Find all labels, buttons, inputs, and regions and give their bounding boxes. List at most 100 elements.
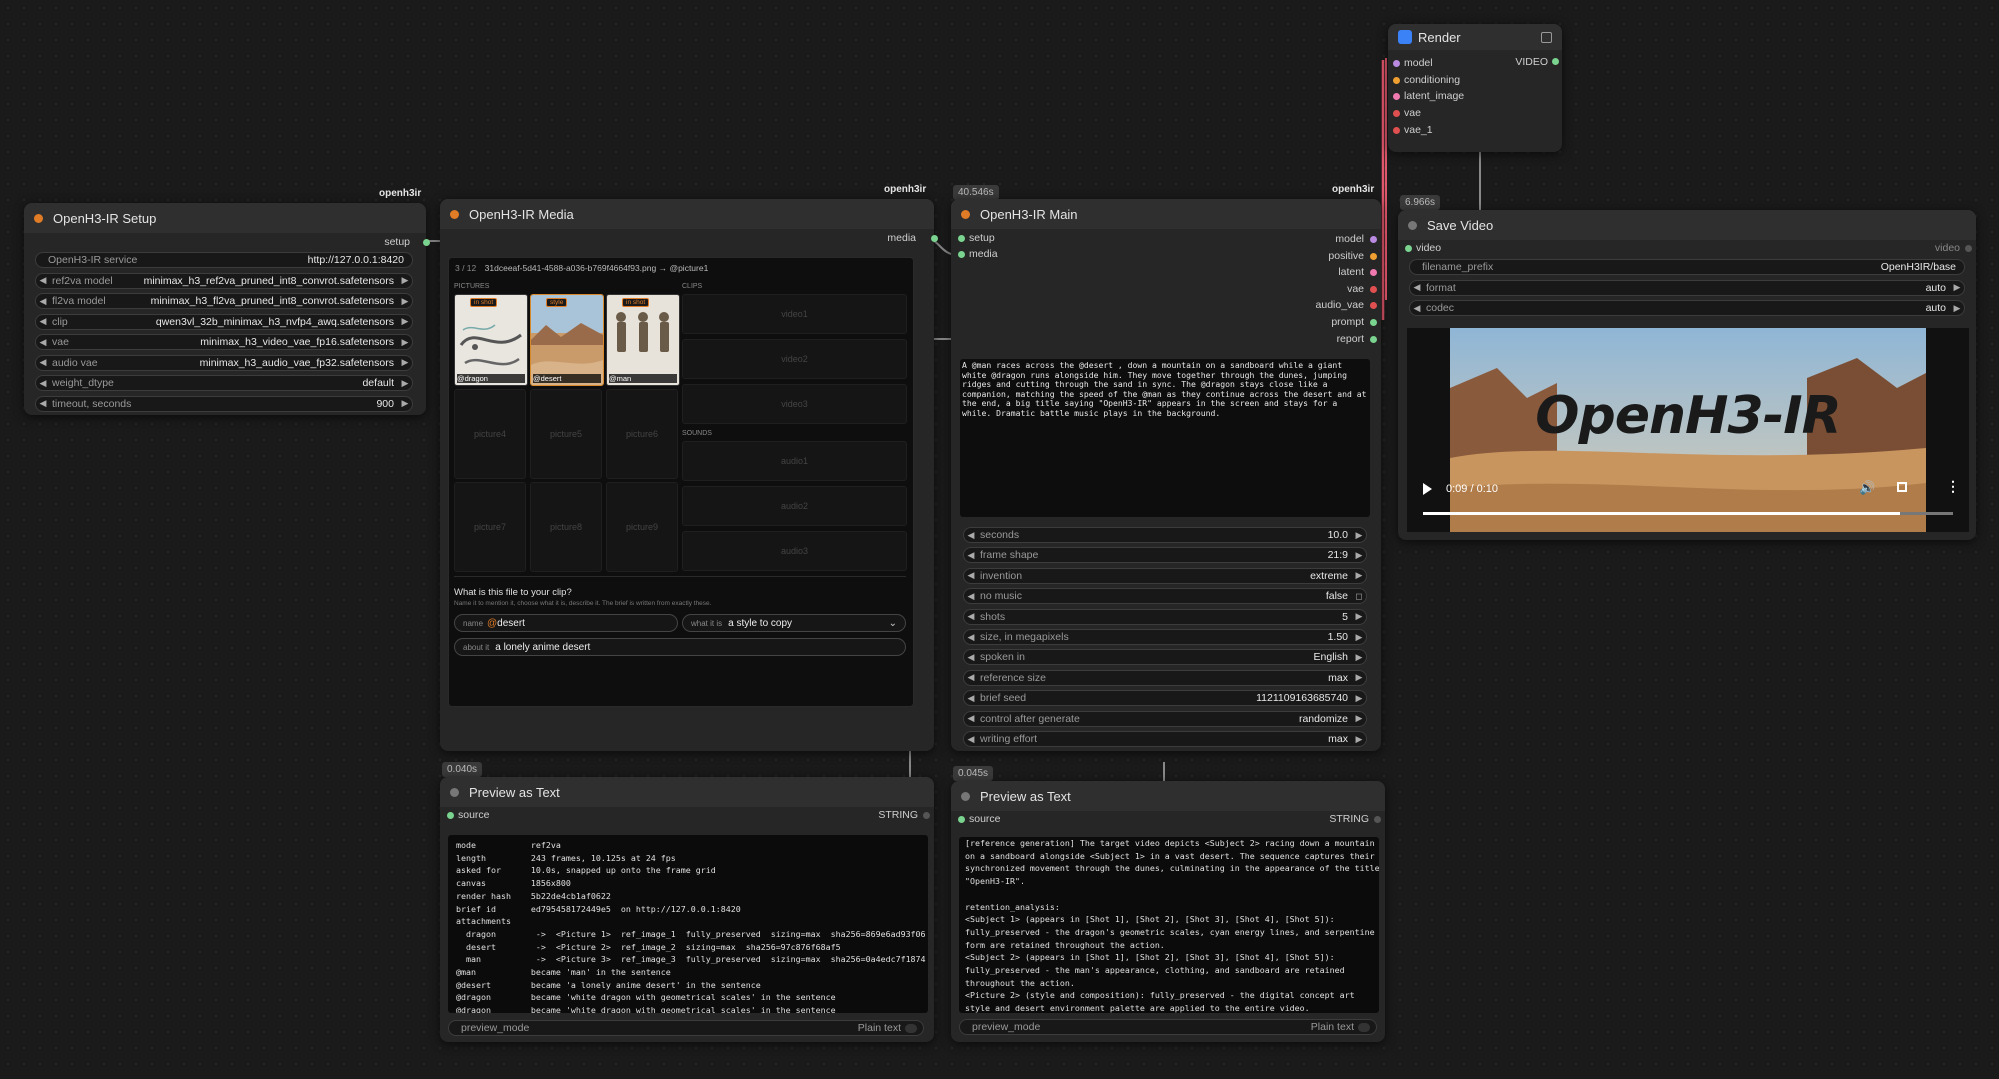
increment-arrow-icon[interactable]: ▶ xyxy=(1352,713,1366,724)
setup-widget[interactable]: ◀ vae minimax_h3_video_vae_fp16.safetensor… xyxy=(35,334,413,350)
video-progress-track[interactable] xyxy=(1423,512,1953,515)
clip-slot[interactable]: video2 xyxy=(682,339,907,379)
output-socket[interactable] xyxy=(1370,285,1377,293)
preview-output-area[interactable]: mode ref2va length 243 frames, 10.125s a… xyxy=(448,835,928,1013)
save-widget[interactable]: ◀ codec auto ▶ xyxy=(1409,300,1965,316)
decrement-arrow-icon[interactable]: ◀ xyxy=(964,530,978,541)
empty-picture-slot[interactable]: picture9 xyxy=(606,482,678,572)
increment-arrow-icon[interactable]: ▶ xyxy=(1352,611,1366,622)
setup-widget[interactable]: ◀ timeout, seconds 900 ▶ xyxy=(35,395,413,412)
node-title-bar[interactable]: Render xyxy=(1388,24,1562,50)
main-widget[interactable]: ◀ frame shape 21:9 ▶ xyxy=(963,547,1367,564)
decrement-arrow-icon[interactable]: ◀ xyxy=(964,550,978,561)
empty-picture-slot[interactable]: picture7 xyxy=(454,482,526,572)
node-title-bar[interactable]: OpenH3-IR Media xyxy=(440,199,934,229)
increment-arrow-icon[interactable]: ▶ xyxy=(398,316,412,327)
increment-arrow-icon[interactable]: ▶ xyxy=(1352,530,1366,541)
main-widget[interactable]: ◀ invention extreme ▶ xyxy=(963,567,1367,584)
volume-icon[interactable]: 🔊 xyxy=(1859,480,1875,496)
media-node[interactable]: OpenH3-IR Media media 3 / 12 31dceeaf-5d… xyxy=(440,199,938,751)
input-socket[interactable] xyxy=(1393,126,1400,134)
increment-arrow-icon[interactable]: ▶ xyxy=(398,357,412,368)
output-socket[interactable] xyxy=(1965,245,1972,252)
node-title-bar[interactable]: OpenH3-IR Main xyxy=(951,199,1381,229)
preview-text-node[interactable]: Preview as Text source STRING mode ref2v… xyxy=(440,777,934,1042)
output-socket[interactable] xyxy=(1370,236,1377,243)
increment-arrow-icon[interactable]: ▶ xyxy=(1352,734,1366,745)
prompt-textarea[interactable]: A @man races across the @desert , down a… xyxy=(960,359,1370,517)
output-socket[interactable] xyxy=(1374,816,1381,823)
increment-arrow-icon[interactable]: ▶ xyxy=(398,378,412,389)
empty-picture-slot[interactable]: picture6 xyxy=(606,389,678,479)
increment-arrow-icon[interactable]: ▶ xyxy=(1352,672,1366,683)
preview-text-node[interactable]: Preview as Text source STRING [reference… xyxy=(951,781,1385,1042)
output-socket[interactable] xyxy=(923,812,930,819)
empty-picture-slot[interactable]: picture5 xyxy=(530,389,602,479)
increment-arrow-icon[interactable]: ▶ xyxy=(1352,570,1366,581)
sound-slot[interactable]: audio1 xyxy=(682,441,907,481)
more-options-icon[interactable]: ⋮ xyxy=(1946,478,1960,495)
decrement-arrow-icon[interactable]: ◀ xyxy=(964,734,978,745)
decrement-arrow-icon[interactable]: ◀ xyxy=(964,652,978,663)
input-socket[interactable] xyxy=(1393,60,1400,67)
main-widget[interactable]: ◀ no music false ◻ xyxy=(963,588,1367,605)
decrement-arrow-icon[interactable]: ◀ xyxy=(36,296,50,307)
decrement-arrow-icon[interactable]: ◀ xyxy=(36,357,50,368)
name-field[interactable]: name @ desert xyxy=(454,614,678,632)
input-socket[interactable] xyxy=(1405,245,1412,252)
increment-arrow-icon[interactable]: ▶ xyxy=(398,398,412,409)
clip-slot[interactable]: video1 xyxy=(682,294,907,334)
increment-arrow-icon[interactable]: ▶ xyxy=(398,296,412,307)
fullscreen-icon[interactable] xyxy=(1897,482,1907,492)
output-socket[interactable] xyxy=(931,235,938,242)
decrement-arrow-icon[interactable]: ◀ xyxy=(964,570,978,581)
increment-arrow-icon[interactable]: ▶ xyxy=(398,337,412,348)
sound-slot[interactable]: audio3 xyxy=(682,531,907,571)
picture-dragon[interactable] xyxy=(454,294,528,386)
decrement-arrow-icon[interactable]: ◀ xyxy=(964,672,978,683)
preview-mode-toggle[interactable]: preview_mode Plain text xyxy=(448,1020,924,1036)
setup-widget[interactable]: ◀ clip qwen3vl_32b_minimax_h3_nvfp4_awq.sa… xyxy=(35,313,413,330)
main-widget[interactable]: ◀ control after generate randomize ▶ xyxy=(963,710,1367,727)
preview-output-area[interactable]: [reference generation] The target video … xyxy=(959,837,1379,1013)
node-title-bar[interactable]: Preview as Text xyxy=(951,781,1385,811)
main-widget[interactable]: ◀ seconds 10.0 ▶ xyxy=(963,527,1367,543)
picture-man[interactable] xyxy=(606,294,680,386)
output-socket[interactable] xyxy=(423,239,430,246)
decrement-arrow-icon[interactable]: ◀ xyxy=(964,713,978,724)
main-widget[interactable]: ◀ size, in megapixels 1.50 ▶ xyxy=(963,629,1367,645)
empty-picture-slot[interactable]: picture4 xyxy=(454,389,526,479)
setup-widget[interactable]: ◀ ref2va model minimax_h3_ref2va_pruned_in… xyxy=(35,272,413,289)
preview-mode-toggle[interactable]: preview_mode Plain text xyxy=(959,1019,1377,1035)
input-socket[interactable] xyxy=(958,816,965,823)
toggle-icon[interactable]: ◻ xyxy=(1352,591,1366,602)
clip-slot[interactable]: video3 xyxy=(682,384,907,424)
video-player[interactable]: OpenH3-IR 0:09 / 0:10 🔊 ⋮ xyxy=(1407,328,1969,532)
increment-arrow-icon[interactable]: ▶ xyxy=(1352,632,1366,643)
decrement-arrow-icon[interactable]: ◀ xyxy=(36,316,50,327)
empty-picture-slot[interactable]: picture8 xyxy=(530,482,602,572)
decrement-arrow-icon[interactable]: ◀ xyxy=(36,275,50,286)
play-icon[interactable] xyxy=(1423,483,1432,495)
decrement-arrow-icon[interactable]: ◀ xyxy=(964,693,978,704)
setup-widget[interactable]: ◀ weight_dtype default ▶ xyxy=(35,375,413,391)
output-socket[interactable] xyxy=(1370,252,1377,260)
setup-widget[interactable]: OpenH3-IR service http://127.0.0.1:8420 xyxy=(35,252,413,268)
main-widget[interactable]: ◀ shots 5 ▶ xyxy=(963,608,1367,625)
input-socket[interactable] xyxy=(1393,76,1400,84)
output-socket[interactable] xyxy=(1370,335,1377,343)
setup-widget[interactable]: ◀ audio vae minimax_h3_audio_vae_fp32.safe… xyxy=(35,354,413,371)
input-socket[interactable] xyxy=(958,235,965,242)
increment-arrow-icon[interactable]: ▶ xyxy=(1352,550,1366,561)
node-title-bar[interactable]: OpenH3-IR Setup xyxy=(24,203,426,233)
decrement-arrow-icon[interactable]: ◀ xyxy=(964,611,978,622)
increment-arrow-icon[interactable]: ▶ xyxy=(398,275,412,286)
decrement-arrow-icon[interactable]: ◀ xyxy=(36,398,50,409)
main-widget[interactable]: ◀ spoken in English ▶ xyxy=(963,649,1367,666)
main-widget[interactable]: ◀ reference size max ▶ xyxy=(963,669,1367,686)
decrement-arrow-icon[interactable]: ◀ xyxy=(1410,282,1424,293)
decrement-arrow-icon[interactable]: ◀ xyxy=(964,591,978,602)
expand-icon[interactable] xyxy=(1541,31,1552,43)
about-field[interactable]: about it a lonely anime desert xyxy=(454,638,906,656)
decrement-arrow-icon[interactable]: ◀ xyxy=(1410,303,1424,314)
